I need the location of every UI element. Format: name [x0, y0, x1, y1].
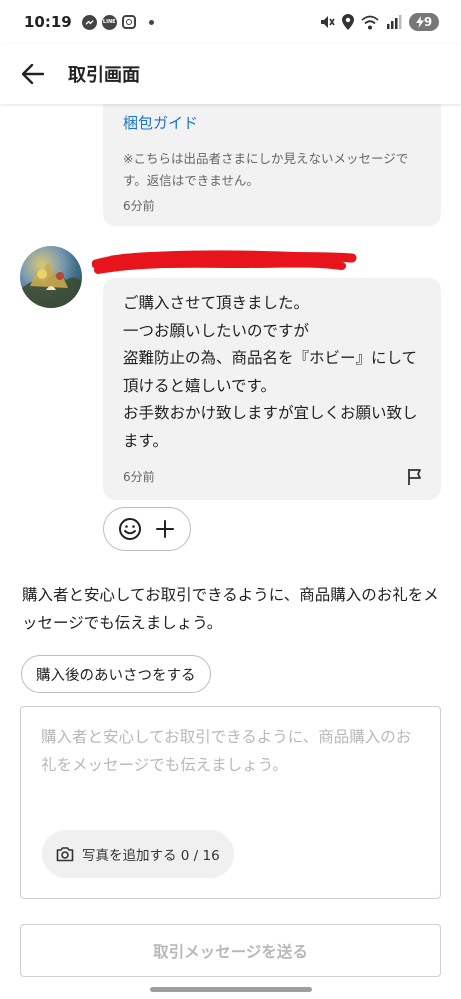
send-message-button[interactable]: 取引メッセージを送る [20, 924, 441, 977]
arrow-left-icon [22, 64, 44, 84]
system-message-bubble: 梱包ガイド ※こちらは出品者さまにしか見えないメッセージです。返信はできません。… [103, 96, 441, 226]
flag-icon [408, 469, 421, 485]
status-time: 10:19 [24, 13, 72, 31]
add-photo-label: 写真を追加する 0 / 16 [82, 848, 220, 864]
battery-charging-icon: 9 [409, 13, 439, 31]
notification-dot [148, 19, 154, 25]
signal-icon [387, 15, 402, 29]
add-photo-button[interactable]: 写真を追加する 0 / 16 [42, 830, 234, 878]
avatar[interactable] [20, 246, 82, 308]
system-note: ※こちらは出品者さまにしか見えないメッセージです。返信はできません。 [123, 151, 409, 188]
add-reaction-button[interactable] [151, 515, 179, 543]
message-time: 6分前 [123, 470, 155, 484]
app-header: 取引画面 [0, 44, 461, 104]
messenger-icon [81, 14, 97, 30]
message-time: 6分前 [123, 199, 155, 213]
battery-level: 9 [423, 15, 433, 29]
smiley-icon [118, 518, 141, 540]
line-icon: LINE [101, 14, 117, 30]
status-bar: 10:19 LINE 9 [0, 0, 461, 44]
location-icon [342, 14, 354, 30]
mute-icon [321, 16, 335, 28]
message-input[interactable] [41, 723, 421, 823]
status-notification-icons: LINE [81, 14, 154, 30]
instagram-icon [121, 15, 136, 29]
username-redaction [92, 250, 357, 274]
wifi-icon [361, 15, 379, 29]
reaction-bar [103, 507, 191, 551]
buyer-message-bubble: ご購入させて頂きました。 一つお願いしたいのですが 盗難防止の為、商品名を『ホビ… [103, 278, 441, 500]
camera-icon [56, 847, 74, 862]
status-system-icons: 9 [319, 13, 439, 31]
message-compose-box: 写真を追加する 0 / 16 [20, 706, 441, 899]
page-title: 取引画面 [68, 65, 140, 86]
packing-guide-link[interactable]: 梱包ガイド [123, 112, 198, 133]
buyer-message-text: ご購入させて頂きました。 一つお願いしたいのですが 盗難防止の為、商品名を『ホビ… [123, 294, 418, 450]
back-button[interactable] [4, 44, 62, 104]
avatar-image [20, 262, 82, 308]
plus-icon [155, 520, 174, 538]
report-flag-button[interactable] [405, 467, 425, 487]
greeting-button[interactable]: 購入後のあいさつをする [21, 655, 211, 693]
emoji-reaction-button[interactable] [116, 515, 144, 543]
guidance-text: 購入者と安心してお取引できるように、商品購入のお礼をメッセージでも伝えましょう。 [22, 586, 439, 632]
home-indicator[interactable] [150, 987, 312, 992]
